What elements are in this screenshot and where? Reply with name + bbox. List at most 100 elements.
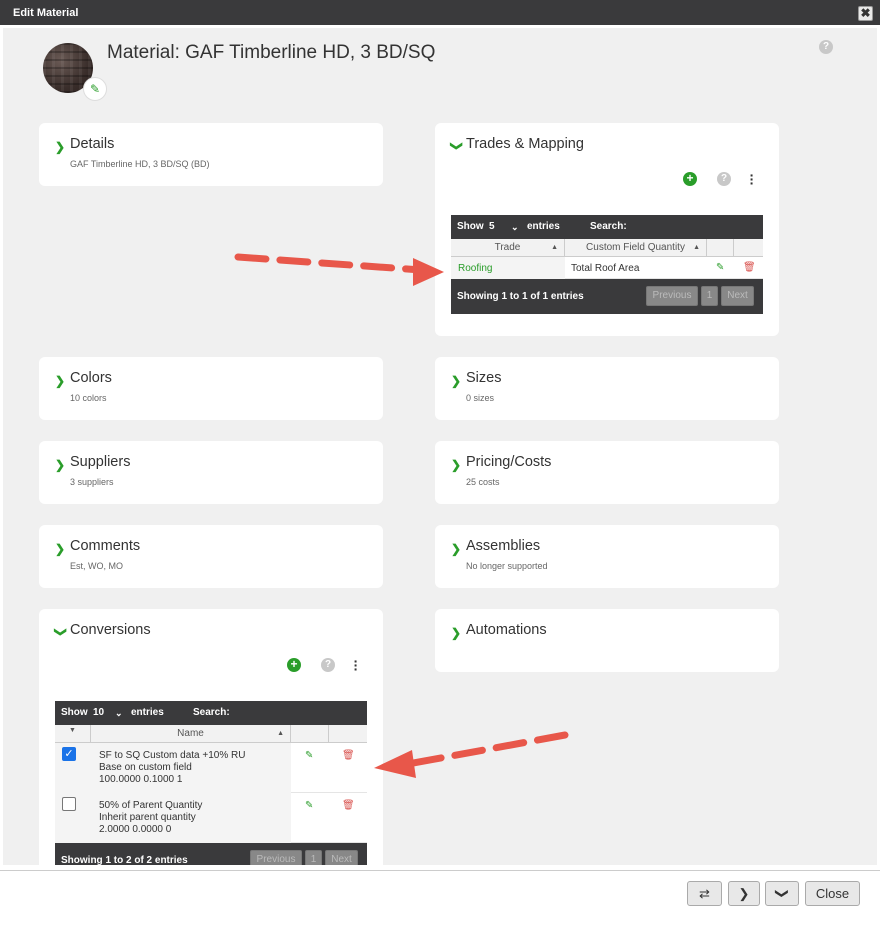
page-title: Material: GAF Timberline HD, 3 BD/SQ <box>107 42 436 63</box>
chevron-right-icon: ❯ <box>55 140 66 154</box>
chevron-down-icon[interactable]: ❯ <box>450 141 464 151</box>
row-checkbox[interactable] <box>62 797 76 811</box>
next-button[interactable]: Next <box>325 850 358 865</box>
conversion-name: SF to SQ Custom data +10% RU <box>99 750 246 761</box>
kebab-icon[interactable]: · · · <box>353 654 359 676</box>
window-close-button[interactable]: ✖ <box>858 6 873 21</box>
conversions-table-toolbar: Show 10 ⌄ entries Search: <box>55 701 367 725</box>
previous-button[interactable]: Previous <box>250 850 302 865</box>
trades-card: ❯ Trades & Mapping + ? · · · Show 5 ⌄ entr… <box>435 123 779 336</box>
colors-card[interactable]: ❯ Colors 10 colors <box>39 357 383 420</box>
pricing-subtitle: 25 costs <box>466 477 500 487</box>
conversions-title[interactable]: Conversions <box>70 622 151 638</box>
details-card[interactable]: ❯ Details GAF Timberline HD, 3 BD/SQ (BD… <box>39 123 383 186</box>
column-select[interactable]: ▼ <box>55 725 91 743</box>
colors-subtitle: 10 colors <box>70 393 107 403</box>
page-1-button[interactable]: 1 <box>701 286 718 306</box>
annotation-arrow <box>234 253 444 286</box>
show-label: Show <box>457 221 484 232</box>
dialog-content: ✎ Material: GAF Timberline HD, 3 BD/SQ ?… <box>3 28 877 865</box>
help-icon[interactable]: ? <box>321 658 335 672</box>
page-size-select[interactable]: 5 <box>489 215 495 239</box>
conversions-card: ❯ Conversions + ? · · · Show 10 ⌄ entries … <box>39 609 383 865</box>
previous-button[interactable]: Previous <box>646 286 698 306</box>
entries-label: entries <box>527 221 560 232</box>
search-label: Search: <box>590 221 627 232</box>
avatar-edit-button[interactable]: ✎ <box>83 77 107 101</box>
chevron-right-icon: ❯ <box>451 542 462 556</box>
pencil-icon[interactable]: ✎ <box>716 262 724 273</box>
next-record-button[interactable]: ❯ <box>728 881 760 906</box>
help-icon[interactable]: ? <box>717 172 731 186</box>
swap-button[interactable]: ⇄ <box>687 881 722 906</box>
comments-title: Comments <box>70 538 141 554</box>
trash-icon[interactable]: 🗑 <box>743 262 756 273</box>
suppliers-subtitle: 3 suppliers <box>70 477 114 487</box>
chevron-right-icon: ❯ <box>451 458 462 472</box>
column-name[interactable]: Name ▲ <box>91 725 291 743</box>
trades-column-header: Trade ▲ Custom Field Quantity ▲ <box>451 239 763 257</box>
trades-table: Show 5 ⌄ entries Search: Trade ▲ Custom F… <box>451 215 763 314</box>
page-1-button[interactable]: 1 <box>305 850 322 865</box>
window-title: Edit Material <box>13 7 79 19</box>
entries-label: entries <box>131 707 164 718</box>
search-label: Search: <box>193 707 230 718</box>
conversion-description: Inherit parent quantity <box>99 812 196 823</box>
pencil-icon[interactable]: ✎ <box>305 800 313 811</box>
column-edit <box>707 239 734 257</box>
automations-title: Automations <box>466 622 547 638</box>
chevron-down-icon[interactable]: ⌄ <box>115 701 123 725</box>
details-subtitle: GAF Timberline HD, 3 BD/SQ (BD) <box>70 159 210 169</box>
chevron-right-icon: ❯ <box>55 374 66 388</box>
kebab-icon[interactable]: · · · <box>749 168 755 190</box>
column-custom-field-quantity[interactable]: Custom Field Quantity ▲ <box>565 239 707 257</box>
column-delete <box>329 725 367 743</box>
trades-title[interactable]: Trades & Mapping <box>466 136 584 152</box>
pricing-title: Pricing/Costs <box>466 454 552 470</box>
quantity-cell: Total Roof Area <box>571 263 640 274</box>
suppliers-card[interactable]: ❯ Suppliers 3 suppliers <box>39 441 383 504</box>
sizes-title: Sizes <box>466 370 502 386</box>
chevron-right-icon: ❯ <box>738 886 750 901</box>
page-size-select[interactable]: 10 <box>93 701 104 725</box>
conversions-column-header: ▼ Name ▲ <box>55 725 367 743</box>
table-row: 50% of Parent Quantity Inherit parent qu… <box>55 793 367 843</box>
column-trade[interactable]: Trade ▲ <box>451 239 565 257</box>
swap-icon: ⇄ <box>699 886 710 901</box>
chevron-right-icon: ❯ <box>55 458 66 472</box>
conversion-values: 2.0000 0.0000 0 <box>99 824 172 835</box>
add-icon[interactable]: + <box>683 172 697 186</box>
conversion-details: SF to SQ Custom data +10% RU Base on cus… <box>99 750 245 786</box>
table-info: Showing 1 to 1 of 1 entries <box>457 291 584 302</box>
add-icon[interactable]: + <box>287 658 301 672</box>
close-button[interactable]: Close <box>805 881 860 906</box>
help-icon[interactable]: ? <box>819 40 833 54</box>
pricing-card[interactable]: ❯ Pricing/Costs 25 costs <box>435 441 779 504</box>
window-titlebar: Edit Material ✖ <box>0 0 880 27</box>
trash-icon[interactable]: 🗑 <box>342 800 355 811</box>
chevron-down-icon[interactable]: ❯ <box>54 627 68 637</box>
row-checkbox[interactable]: ✓ <box>62 747 76 761</box>
automations-card[interactable]: ❯ Automations <box>435 609 779 672</box>
column-delete <box>734 239 763 257</box>
dialog-footer: ⇄ ❯ ❯ Close <box>0 870 880 933</box>
conversion-values: 100.0000 0.1000 1 <box>99 774 183 785</box>
table-info: Showing 1 to 2 of 2 entries <box>61 855 188 865</box>
assemblies-card[interactable]: ❯ Assemblies No longer supported <box>435 525 779 588</box>
next-button[interactable]: Next <box>721 286 754 306</box>
comments-card[interactable]: ❯ Comments Est, WO, MO <box>39 525 383 588</box>
conversions-table: Show 10 ⌄ entries Search: ▼ Name ▲ ✓ SF t… <box>55 701 367 865</box>
assemblies-subtitle: No longer supported <box>466 561 548 571</box>
chevron-down-icon[interactable]: ⌄ <box>511 215 519 239</box>
sizes-card[interactable]: ❯ Sizes 0 sizes <box>435 357 779 420</box>
chevron-right-icon: ❯ <box>451 374 462 388</box>
trades-table-toolbar: Show 5 ⌄ entries Search: <box>451 215 763 239</box>
more-button[interactable]: ❯ <box>765 881 799 906</box>
pencil-icon[interactable]: ✎ <box>305 750 313 761</box>
colors-title: Colors <box>70 370 112 386</box>
trash-icon[interactable]: 🗑 <box>342 750 355 761</box>
column-edit <box>291 725 329 743</box>
chevron-down-icon: ❯ <box>774 888 790 899</box>
annotation-arrow <box>374 731 569 778</box>
trade-link[interactable]: Roofing <box>458 263 492 274</box>
